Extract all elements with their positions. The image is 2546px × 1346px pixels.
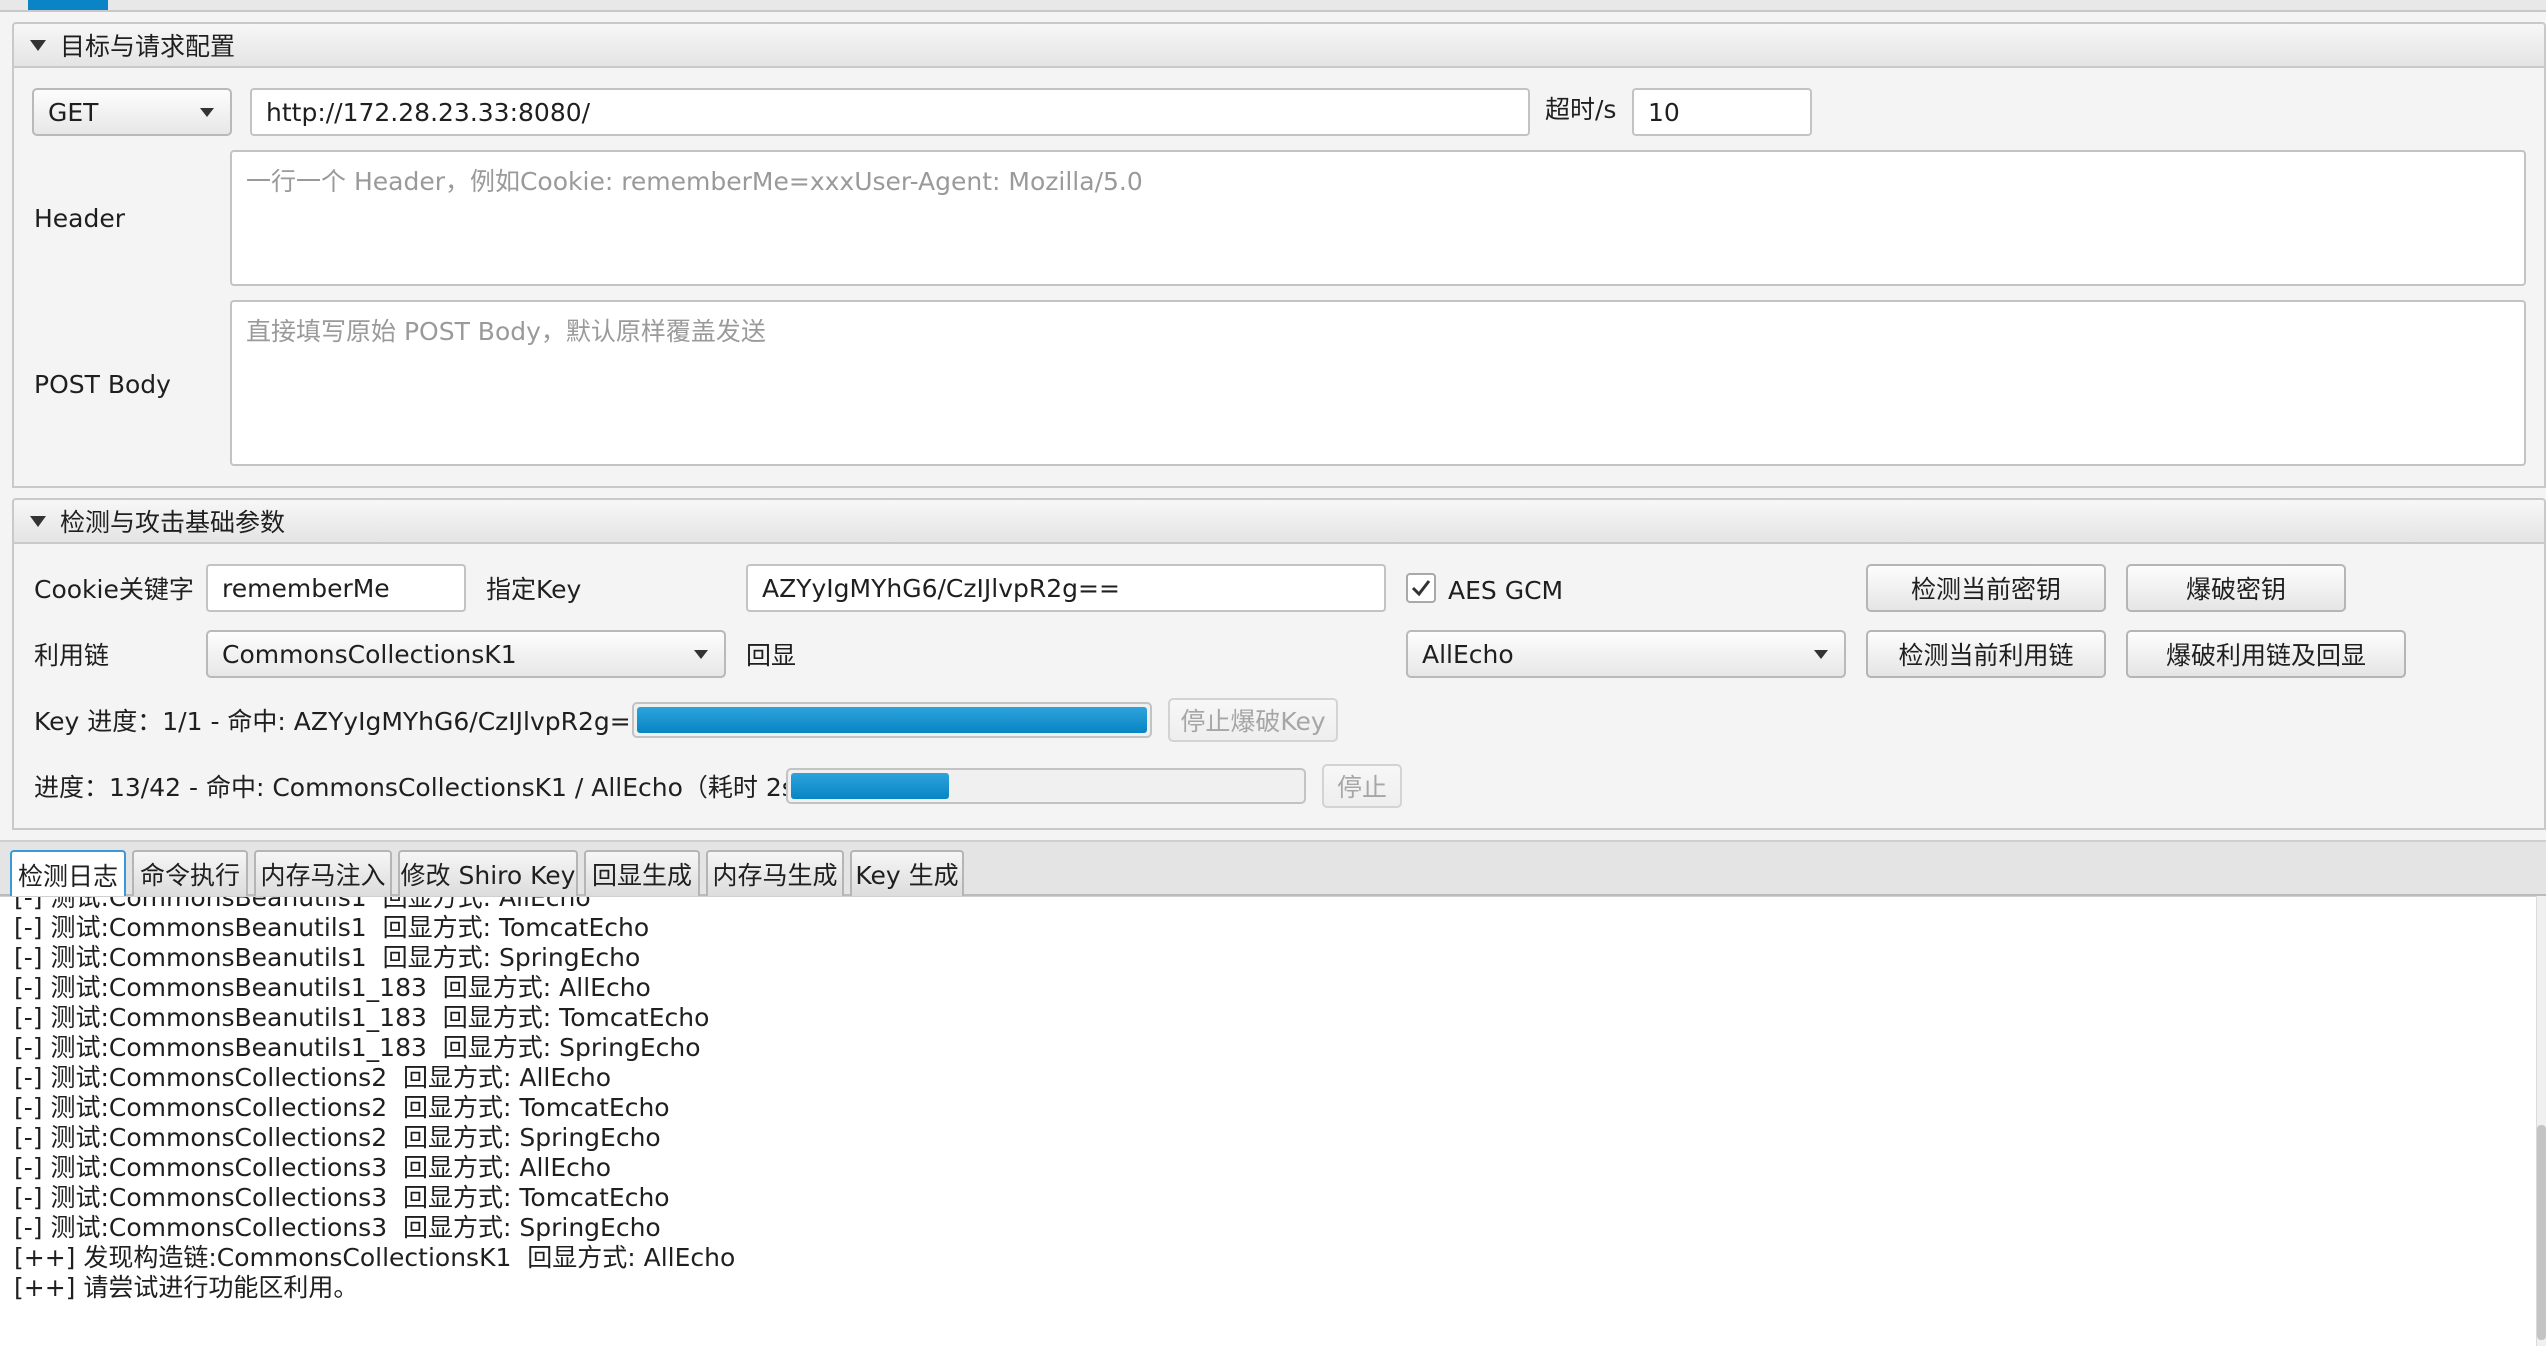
- log-line: [-] 测试:CommonsBeanutils1_183 回显方式: AllEc…: [14, 973, 651, 1002]
- active-top-tab-indicator[interactable]: [28, 0, 108, 10]
- chain-progress-bar: [786, 768, 1306, 804]
- method-select[interactable]: GET: [32, 88, 232, 136]
- target-section-header[interactable]: 目标与请求配置: [12, 22, 2546, 68]
- tab-modify-shiro-key[interactable]: 修改 Shiro Key: [398, 850, 578, 896]
- log-line: [-] 测试:CommonsCollections2 回显方式: TomcatE…: [14, 1093, 670, 1122]
- aes-gcm-checkbox[interactable]: [1406, 573, 1436, 603]
- detect-chain-button[interactable]: 检测当前利用链: [1866, 630, 2106, 678]
- log-line: [-] 测试:CommonsCollections3 回显方式: SpringE…: [14, 1213, 661, 1242]
- echo-select[interactable]: AllEcho: [1406, 630, 1846, 678]
- tab-detect-log[interactable]: 检测日志: [10, 850, 126, 898]
- tab-command-exec[interactable]: 命令执行: [132, 850, 248, 896]
- checkmark-icon: [1411, 580, 1431, 597]
- timeout-value: 10: [1648, 97, 1680, 127]
- collapse-triangle-icon[interactable]: [30, 515, 46, 527]
- log-line: [-] 测试:CommonsCollections2 回显方式: SpringE…: [14, 1123, 661, 1152]
- log-line: [-] 测试:CommonsBeanutils1 回显方式: AllEcho: [14, 896, 591, 912]
- detect-key-button[interactable]: 检测当前密钥: [1866, 564, 2106, 612]
- cookie-keyword-input[interactable]: rememberMe: [206, 564, 466, 612]
- log-line: [++] 请尝试进行功能区利用。: [14, 1273, 359, 1302]
- stop-brute-key-button[interactable]: 停止爆破Key: [1168, 698, 1338, 742]
- post-body-textarea[interactable]: 直接填写原始 POST Body，默认原样覆盖发送: [230, 300, 2526, 466]
- timeout-label: 超时/s: [1545, 95, 1617, 124]
- tab-echo-generate[interactable]: 回显生成: [584, 850, 700, 896]
- collapse-triangle-icon[interactable]: [30, 39, 46, 51]
- url-input[interactable]: http://172.28.23.33:8080/: [250, 88, 1530, 136]
- chevron-down-icon: [694, 649, 708, 659]
- brute-chain-button[interactable]: 爆破利用链及回显: [2126, 630, 2406, 678]
- log-line: [-] 测试:CommonsCollections3 回显方式: TomcatE…: [14, 1183, 670, 1212]
- cookie-keyword-label: Cookie关键字: [34, 575, 194, 604]
- chain-label: 利用链: [34, 641, 110, 670]
- key-progress-fill: [637, 707, 1147, 733]
- log-line: [-] 测试:CommonsCollections3 回显方式: AllEcho: [14, 1153, 612, 1182]
- chevron-down-icon: [1814, 649, 1828, 659]
- chain-progress-fill: [791, 773, 949, 799]
- key-progress-text: Key 进度：1/1 - 命中: AZYyIgMYhG6/CzIJlvpR2g=…: [34, 707, 652, 736]
- log-line: [-] 测试:CommonsBeanutils1 回显方式: SpringEch…: [14, 943, 641, 972]
- stop-button[interactable]: 停止: [1322, 764, 1402, 808]
- top-tab-strip: [0, 0, 2546, 12]
- log-scrollbar-thumb[interactable]: [2537, 1125, 2546, 1340]
- brute-key-button[interactable]: 爆破密钥: [2126, 564, 2346, 612]
- header-textarea[interactable]: 一行一个 Header，例如Cookie: rememberMe=xxxUser…: [230, 150, 2526, 286]
- header-placeholder: 一行一个 Header，例如Cookie: rememberMe=xxxUser…: [246, 167, 1143, 196]
- tab-key-generate[interactable]: Key 生成: [850, 850, 964, 896]
- log-area[interactable]: [-] 测试:CommonsBeanutils1 回显方式: AllEcho […: [0, 896, 2536, 1346]
- echo-label: 回显: [746, 641, 797, 670]
- key-progress-bar: [632, 702, 1152, 738]
- timeout-input[interactable]: 10: [1632, 88, 1812, 136]
- log-line: [-] 测试:CommonsCollections2 回显方式: AllEcho: [14, 1063, 612, 1092]
- params-section-title: 检测与攻击基础参数: [60, 508, 286, 537]
- cookie-keyword-value: rememberMe: [222, 573, 390, 603]
- params-section-header[interactable]: 检测与攻击基础参数: [12, 498, 2546, 544]
- log-line: [++] 发现构造链:CommonsCollectionsK1 回显方式: Al…: [14, 1243, 736, 1272]
- target-section-title: 目标与请求配置: [60, 32, 236, 61]
- key-value: AZYyIgMYhG6/CzIJlvpR2g==: [762, 573, 1120, 603]
- post-body-placeholder: 直接填写原始 POST Body，默认原样覆盖发送: [246, 317, 766, 346]
- tab-memshell-generate[interactable]: 内存马生成: [706, 850, 844, 896]
- chevron-down-icon: [200, 107, 214, 117]
- tab-memshell-inject[interactable]: 内存马注入: [254, 850, 392, 896]
- chain-value: CommonsCollectionsK1: [222, 639, 517, 669]
- key-label: 指定Key: [486, 575, 582, 604]
- post-body-label: POST Body: [34, 369, 171, 399]
- chain-select[interactable]: CommonsCollectionsK1: [206, 630, 726, 678]
- log-line: [-] 测试:CommonsBeanutils1_183 回显方式: Tomca…: [14, 1003, 710, 1032]
- chain-progress-text: 进度：13/42 - 命中: CommonsCollectionsK1 / Al…: [34, 773, 820, 802]
- echo-value: AllEcho: [1422, 639, 1514, 669]
- log-line: [-] 测试:CommonsBeanutils1 回显方式: TomcatEch…: [14, 913, 650, 942]
- url-value: http://172.28.23.33:8080/: [266, 97, 591, 127]
- aes-gcm-label: AES GCM: [1448, 575, 1564, 605]
- log-line: [-] 测试:CommonsBeanutils1_183 回显方式: Sprin…: [14, 1033, 701, 1062]
- key-input[interactable]: AZYyIgMYhG6/CzIJlvpR2g==: [746, 564, 1386, 612]
- method-value: GET: [48, 97, 99, 127]
- header-label: Header: [34, 203, 126, 233]
